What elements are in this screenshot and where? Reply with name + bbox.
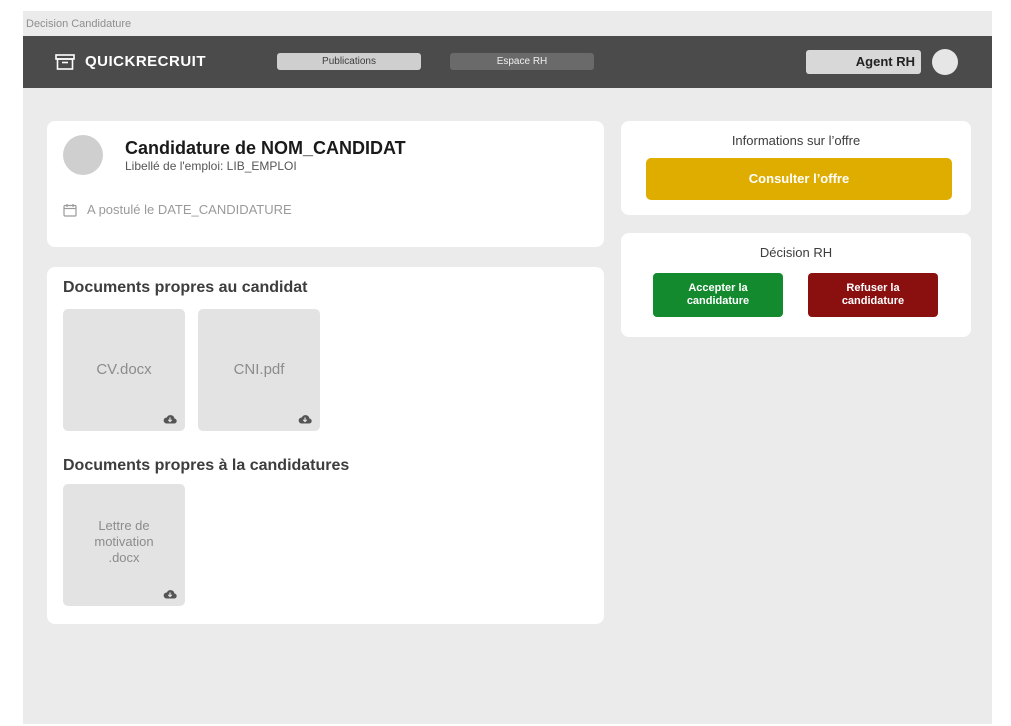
- document-name: Lettre de motivation .docx: [63, 518, 185, 566]
- accept-label-line: Accepter la: [688, 282, 748, 294]
- accept-application-button[interactable]: Accepter la candidature: [653, 273, 783, 317]
- document-name-line: motivation: [94, 534, 154, 549]
- job-title: Libellé de l'emploi: LIB_EMPLOI: [125, 159, 297, 173]
- cloud-download-icon[interactable]: [163, 413, 177, 425]
- refuse-label-line: candidature: [841, 295, 905, 307]
- candidate-name: Candidature de NOM_CANDIDAT: [125, 138, 406, 158]
- view-offer-button[interactable]: Consulter l’offre: [646, 158, 952, 200]
- document-name-line: Lettre de: [98, 518, 150, 533]
- window-title: Decision Candidature: [26, 18, 132, 30]
- document-tile-cni[interactable]: CNI.pdf: [198, 309, 320, 431]
- avatar[interactable]: [932, 49, 958, 75]
- nav-espace-rh[interactable]: Espace RH: [450, 53, 594, 70]
- document-tile-lettre[interactable]: Lettre de motivation .docx: [63, 484, 185, 606]
- refuse-label-line: Refuser la: [846, 282, 900, 294]
- decision-title: Décision RH: [759, 245, 833, 260]
- application-date-text: A postulé le DATE_CANDIDATURE: [87, 202, 292, 217]
- offer-title: Informations sur l’offre: [731, 133, 861, 148]
- document-name-line: .docx: [108, 550, 140, 565]
- documents-card: Documents propres au candidat CV.docx CN…: [47, 267, 604, 624]
- brand[interactable]: QUICKRECRUIT: [55, 53, 206, 70]
- refuse-application-button[interactable]: Refuser la candidature: [808, 273, 938, 317]
- archive-box-icon: [55, 53, 75, 70]
- application-date: A postulé le DATE_CANDIDATURE: [63, 202, 292, 217]
- agent-menu-button[interactable]: Agent RH: [806, 50, 921, 74]
- cloud-download-icon[interactable]: [298, 413, 312, 425]
- calendar-icon: [63, 203, 77, 217]
- document-name: CV.docx: [96, 361, 152, 378]
- top-navbar: QUICKRECRUIT Publications Espace RH Agen…: [23, 36, 992, 88]
- brand-name: QUICKRECRUIT: [85, 53, 206, 70]
- candidate-card: Candidature de NOM_CANDIDAT Libellé de l…: [47, 121, 604, 247]
- accept-label-line: candidature: [686, 295, 750, 307]
- cloud-download-icon[interactable]: [163, 588, 177, 600]
- application-documents-title: Documents propres à la candidatures: [63, 457, 350, 474]
- app-window: Decision Candidature QUICKRECRUIT Public…: [23, 11, 992, 724]
- document-name: CNI.pdf: [233, 361, 285, 378]
- nav-publications[interactable]: Publications: [277, 53, 421, 70]
- offer-card: Informations sur l’offre Consulter l’off…: [621, 121, 971, 215]
- document-tile-cv[interactable]: CV.docx: [63, 309, 185, 431]
- decision-card: Décision RH Accepter la candidature Refu…: [621, 233, 971, 337]
- candidate-documents-title: Documents propres au candidat: [63, 279, 308, 296]
- candidate-avatar: [63, 135, 103, 175]
